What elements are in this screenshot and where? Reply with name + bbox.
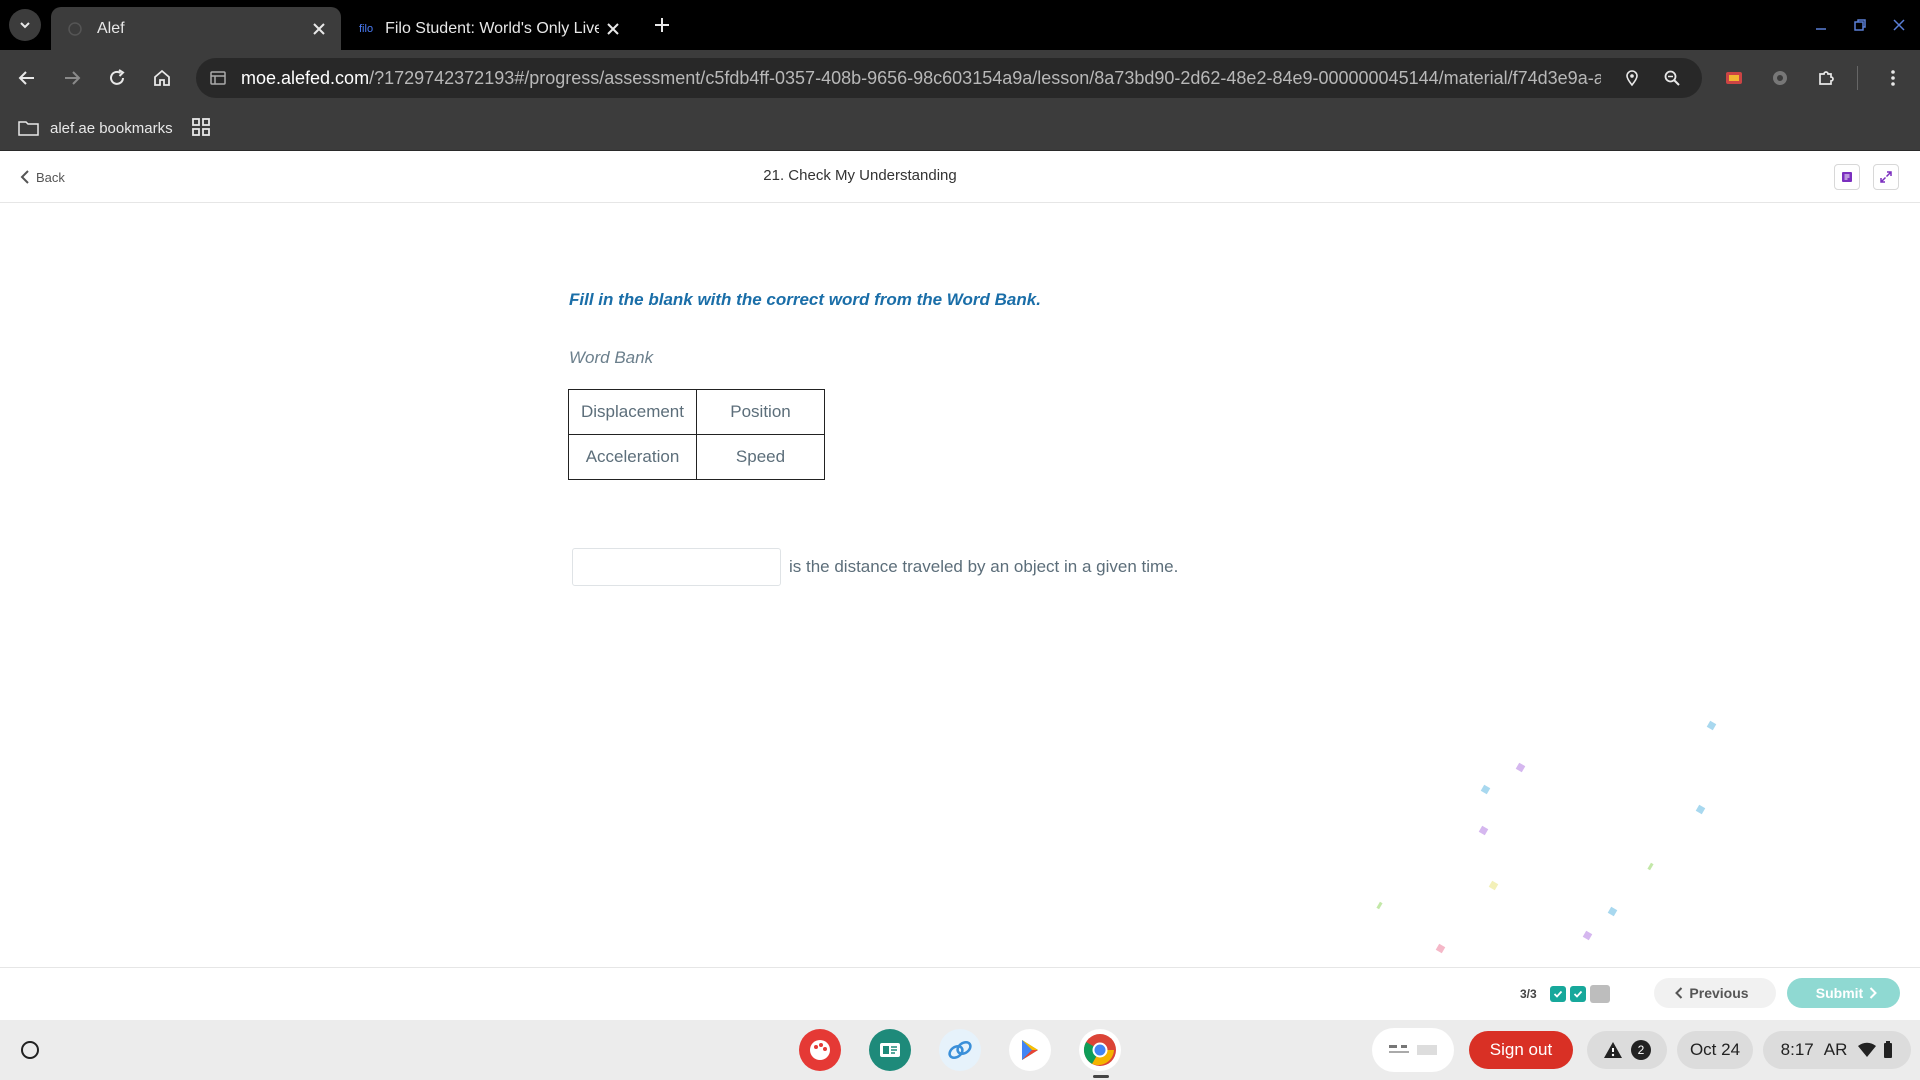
wifi-icon bbox=[1858, 1042, 1877, 1057]
extensions-puzzle-icon[interactable] bbox=[1810, 62, 1842, 94]
folder-icon bbox=[18, 121, 39, 136]
alef-favicon-icon bbox=[65, 19, 85, 39]
question-footer: 3/3 Previous Submit bbox=[0, 967, 1920, 1020]
extension-icon[interactable] bbox=[1764, 62, 1796, 94]
arrow-left-icon bbox=[18, 71, 34, 85]
restore-icon bbox=[1854, 19, 1866, 31]
minimize-button[interactable] bbox=[1806, 10, 1836, 40]
plus-icon bbox=[655, 18, 669, 32]
browser-tabstrip: Alef filo Filo Student: World's Only Liv… bbox=[0, 0, 1920, 50]
launcher-icon bbox=[21, 1041, 39, 1059]
bookmark-label: alef.ae bookmarks bbox=[50, 119, 173, 137]
fullscreen-button[interactable] bbox=[1873, 164, 1899, 190]
bookmarks-bar: alef.ae bookmarks bbox=[0, 106, 1920, 151]
reload-button[interactable] bbox=[101, 62, 133, 94]
previous-label: Previous bbox=[1689, 985, 1749, 1001]
link-app-icon[interactable] bbox=[939, 1029, 981, 1071]
lesson-header: Back 21. Check My Understanding bbox=[0, 151, 1920, 203]
blank-answer-input[interactable] bbox=[572, 548, 781, 586]
chevron-left-icon bbox=[1675, 987, 1683, 999]
word-bank-table: Displacement Position Acceleration Speed bbox=[568, 389, 825, 480]
close-icon bbox=[313, 22, 325, 35]
back-nav-button[interactable] bbox=[11, 62, 43, 94]
previous-button[interactable]: Previous bbox=[1654, 978, 1776, 1008]
word-bank-cell: Speed bbox=[696, 434, 825, 480]
reload-icon bbox=[110, 69, 125, 85]
notes-icon bbox=[1842, 172, 1852, 182]
progress-step-2[interactable] bbox=[1570, 986, 1586, 1002]
toolbar-divider bbox=[1857, 66, 1858, 90]
apps-grid-icon[interactable] bbox=[190, 116, 214, 140]
notification-count: 2 bbox=[1631, 1040, 1651, 1060]
battery-icon bbox=[1884, 1041, 1893, 1058]
progress-counter: 3/3 bbox=[1520, 987, 1537, 1001]
zoom-icon[interactable] bbox=[1660, 66, 1684, 90]
chevron-right-icon bbox=[1870, 987, 1878, 999]
question-instruction: Fill in the blank with the correct word … bbox=[569, 290, 1041, 309]
minimize-icon bbox=[1816, 28, 1826, 30]
progress-step-1[interactable] bbox=[1550, 986, 1566, 1002]
paint-app-icon[interactable] bbox=[799, 1029, 841, 1071]
close-icon bbox=[1893, 19, 1905, 31]
forward-nav-button[interactable] bbox=[56, 62, 88, 94]
notes-button[interactable] bbox=[1834, 164, 1860, 190]
filo-favicon-icon: filo bbox=[359, 22, 374, 35]
calendar-date[interactable]: Oct 24 bbox=[1677, 1031, 1753, 1069]
input-method: AR bbox=[1823, 1040, 1848, 1059]
submit-button[interactable]: Submit bbox=[1787, 978, 1900, 1008]
tab-title: Filo Student: World's Only Live I bbox=[385, 19, 599, 37]
new-tab-button[interactable] bbox=[648, 11, 676, 39]
arrow-right-icon bbox=[65, 71, 81, 85]
launcher-button[interactable] bbox=[13, 1033, 47, 1067]
tab-filo[interactable]: filo Filo Student: World's Only Live I bbox=[345, 7, 635, 50]
word-bank-cell: Displacement bbox=[568, 389, 697, 435]
window-preview[interactable] bbox=[1372, 1028, 1454, 1072]
bookmark-folder-alef[interactable]: alef.ae bookmarks bbox=[18, 114, 173, 142]
tab-title: Alef bbox=[97, 19, 125, 37]
home-icon bbox=[154, 69, 170, 86]
site-info-icon[interactable] bbox=[206, 66, 230, 90]
cast-extension-icon[interactable] bbox=[1718, 62, 1750, 94]
warning-icon bbox=[1604, 1042, 1622, 1058]
chrome-app-icon[interactable] bbox=[1079, 1029, 1121, 1071]
word-bank-label: Word Bank bbox=[569, 348, 654, 367]
sign-out-button[interactable]: Sign out bbox=[1469, 1031, 1573, 1069]
location-icon[interactable] bbox=[1620, 66, 1644, 90]
play-store-icon[interactable] bbox=[1009, 1029, 1051, 1071]
browser-toolbar: moe.alefed.com/?1729742372193#/progress/… bbox=[0, 50, 1920, 106]
chevron-down-icon bbox=[20, 22, 30, 29]
tab-search-button[interactable] bbox=[9, 9, 41, 41]
more-vertical-icon bbox=[1891, 70, 1895, 86]
close-icon bbox=[607, 22, 619, 35]
tab-close-button[interactable] bbox=[599, 15, 627, 43]
submit-label: Submit bbox=[1815, 985, 1864, 1001]
close-window-button[interactable] bbox=[1884, 10, 1914, 40]
classroom-app-icon[interactable] bbox=[869, 1029, 911, 1071]
tab-alef[interactable]: Alef bbox=[51, 7, 341, 50]
clock-time: 8:17 bbox=[1780, 1040, 1814, 1059]
address-bar[interactable]: moe.alefed.com/?1729742372193#/progress/… bbox=[196, 58, 1702, 98]
table-row: Acceleration Speed bbox=[568, 434, 825, 480]
os-shelf: Sign out 2 Oct 24 8:17 AR bbox=[0, 1020, 1920, 1080]
word-bank-cell: Acceleration bbox=[568, 434, 697, 480]
url-text[interactable]: moe.alefed.com/?1729742372193#/progress/… bbox=[241, 58, 1601, 98]
home-button[interactable] bbox=[146, 62, 178, 94]
check-icon bbox=[1573, 990, 1583, 998]
restore-button[interactable] bbox=[1845, 10, 1875, 40]
table-row: Displacement Position bbox=[568, 389, 825, 435]
check-icon bbox=[1553, 990, 1563, 998]
question-sentence: is the distance traveled by an object in… bbox=[789, 557, 1179, 576]
active-app-indicator bbox=[1093, 1075, 1109, 1078]
menu-button[interactable] bbox=[1877, 62, 1909, 94]
word-bank-cell: Position bbox=[696, 389, 825, 435]
notification-tray[interactable]: 2 bbox=[1587, 1031, 1667, 1069]
page-title: 21. Check My Understanding bbox=[763, 167, 957, 184]
status-tray[interactable]: 8:17 AR bbox=[1763, 1031, 1911, 1069]
expand-icon bbox=[1880, 171, 1892, 183]
tab-close-button[interactable] bbox=[305, 15, 333, 43]
progress-step-3[interactable] bbox=[1590, 985, 1610, 1003]
